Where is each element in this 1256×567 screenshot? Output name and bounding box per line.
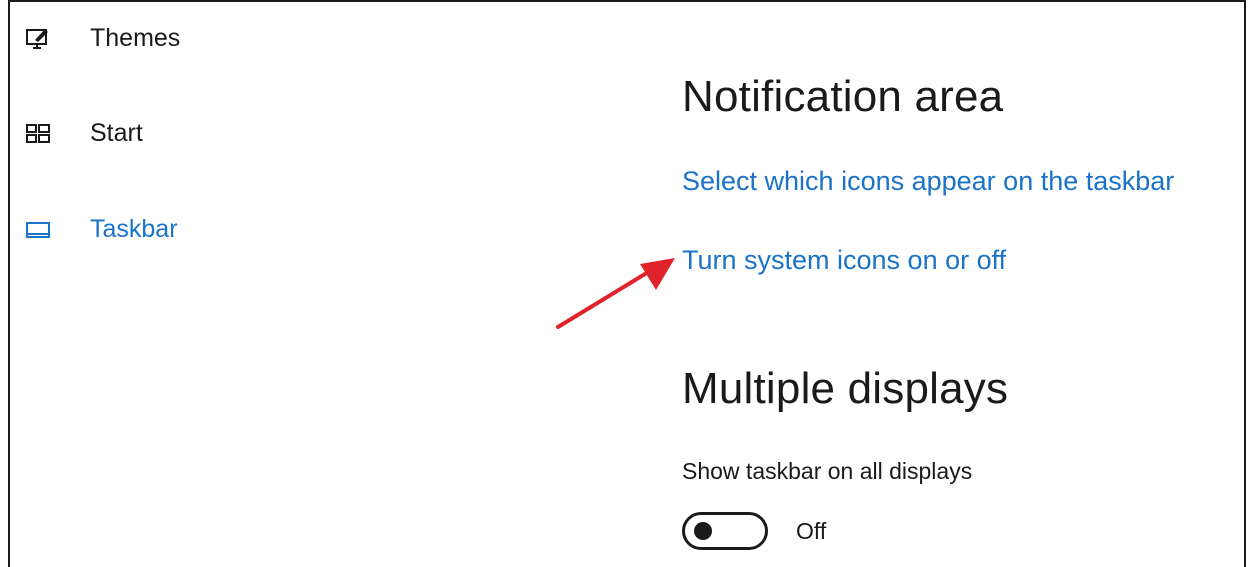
sidebar-item-taskbar[interactable]: Taskbar bbox=[24, 215, 178, 244]
select-taskbar-icons-link[interactable]: Select which icons appear on the taskbar bbox=[682, 166, 1174, 197]
start-icon bbox=[24, 120, 52, 148]
notification-area-title: Notification area bbox=[682, 72, 1004, 121]
toggle-state-label: Off bbox=[796, 517, 827, 544]
show-taskbar-toggle-row: Off bbox=[682, 512, 826, 550]
show-taskbar-toggle[interactable] bbox=[682, 512, 768, 550]
turn-system-icons-link[interactable]: Turn system icons on or off bbox=[682, 245, 1006, 276]
toggle-knob bbox=[694, 522, 712, 540]
sidebar-item-label: Themes bbox=[90, 24, 181, 52]
sidebar-item-label: Taskbar bbox=[90, 215, 178, 243]
settings-window: Themes Start Taskbar Notification area S… bbox=[8, 0, 1246, 567]
sidebar-item-start[interactable]: Start bbox=[24, 119, 143, 148]
themes-icon bbox=[24, 25, 52, 53]
sidebar-item-themes[interactable]: Themes bbox=[24, 24, 180, 53]
multiple-displays-title: Multiple displays bbox=[682, 364, 1009, 413]
sidebar-item-label: Start bbox=[90, 119, 143, 147]
taskbar-icon bbox=[24, 216, 52, 244]
show-taskbar-all-displays-label: Show taskbar on all displays bbox=[682, 458, 973, 484]
